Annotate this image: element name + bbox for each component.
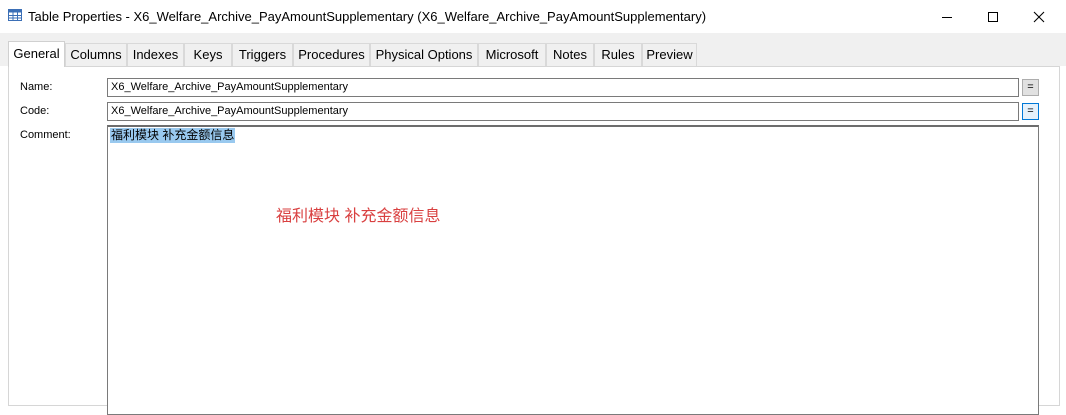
table-icon bbox=[8, 9, 22, 21]
tab-keys[interactable]: Keys bbox=[184, 43, 232, 66]
name-label: Name: bbox=[20, 81, 53, 93]
comment-selected-text: 福利模块 补充金额信息 bbox=[110, 128, 236, 143]
code-label: Code: bbox=[20, 105, 50, 117]
minimize-icon bbox=[942, 16, 952, 18]
maximize-button[interactable] bbox=[970, 0, 1016, 33]
name-equals-button[interactable]: = bbox=[1022, 79, 1039, 96]
title-bar: Table Properties - X6_Welfare_Archive_Pa… bbox=[0, 0, 1066, 34]
tab-indexes[interactable]: Indexes bbox=[127, 43, 184, 66]
tab-notes[interactable]: Notes bbox=[546, 43, 594, 66]
close-icon bbox=[1033, 11, 1045, 22]
tab-procedures[interactable]: Procedures bbox=[293, 43, 370, 66]
name-field[interactable]: X6_Welfare_Archive_PayAmountSupplementar… bbox=[107, 78, 1019, 97]
comment-label: Comment: bbox=[20, 129, 71, 141]
maximize-icon bbox=[988, 11, 998, 22]
tab-microsoft[interactable]: Microsoft bbox=[478, 43, 546, 66]
tab-strip: General Columns Indexes Keys Triggers Pr… bbox=[0, 33, 1066, 67]
tab-triggers[interactable]: Triggers bbox=[232, 43, 293, 66]
tab-preview[interactable]: Preview bbox=[642, 43, 697, 66]
tab-columns[interactable]: Columns bbox=[65, 43, 127, 66]
annotation-text: 福利模块 补充金额信息 bbox=[276, 208, 441, 225]
minimize-button[interactable] bbox=[924, 0, 970, 33]
code-equals-button[interactable]: = bbox=[1022, 103, 1039, 120]
window-title: Table Properties - X6_Welfare_Archive_Pa… bbox=[28, 9, 707, 24]
tab-general[interactable]: General bbox=[8, 41, 65, 67]
code-field[interactable]: X6_Welfare_Archive_PayAmountSupplementar… bbox=[107, 102, 1019, 121]
close-button[interactable] bbox=[1016, 0, 1062, 33]
tab-rules[interactable]: Rules bbox=[594, 43, 642, 66]
comment-textarea[interactable]: 福利模块 补充金额信息 bbox=[107, 125, 1039, 415]
tab-physical-options[interactable]: Physical Options bbox=[370, 43, 478, 66]
